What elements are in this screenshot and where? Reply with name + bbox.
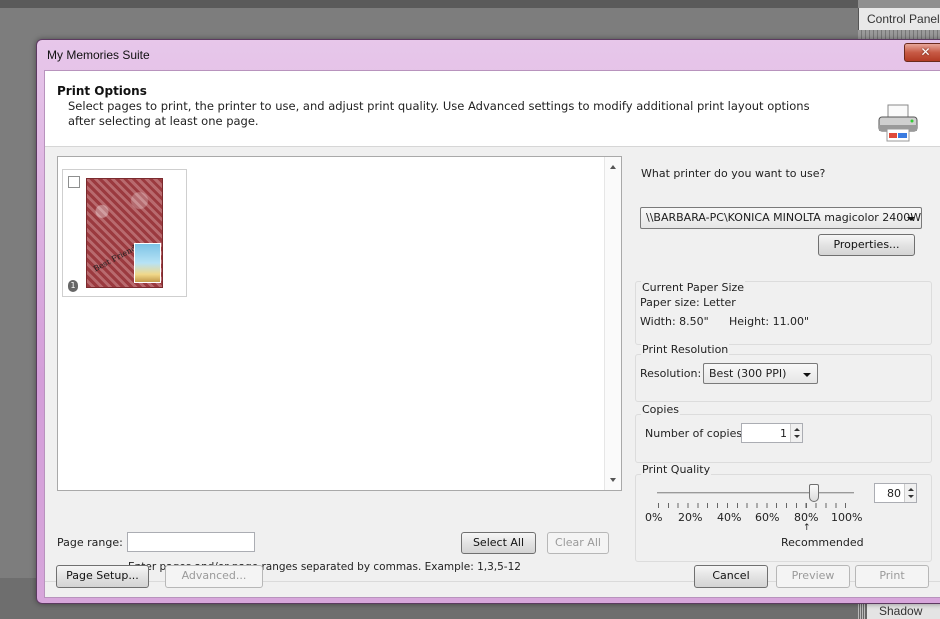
tick-label-60: 60%: [755, 511, 780, 524]
chevron-down-icon: [803, 373, 811, 377]
copies-spin-buttons[interactable]: [790, 424, 802, 442]
properties-button[interactable]: Properties...: [818, 234, 915, 256]
printer-label: What printer do you want to use?: [640, 167, 827, 180]
spin-up-icon[interactable]: [794, 428, 800, 431]
preview-scrollbar[interactable]: [604, 157, 621, 490]
paper-size-text: Paper size: Letter: [640, 296, 736, 309]
page-preview-pane[interactable]: Best Friends 1: [57, 156, 622, 491]
copies-value: 1: [780, 427, 787, 440]
select-all-button[interactable]: Select All: [461, 532, 536, 554]
copies-group-label: Copies: [641, 403, 680, 416]
scroll-down-icon[interactable]: [610, 478, 616, 482]
recommended-label: Recommended: [781, 536, 864, 549]
tick-label-0: 0%: [645, 511, 663, 524]
print-button[interactable]: Print: [855, 565, 929, 588]
page-setup-button[interactable]: Page Setup...: [56, 565, 149, 588]
shadow-tab[interactable]: Shadow: [866, 602, 940, 619]
control-panel-tab[interactable]: Control Panel: [858, 8, 940, 30]
copies-label: Number of copies:: [645, 427, 746, 440]
tick-label-20: 20%: [678, 511, 703, 524]
clear-all-button[interactable]: Clear All: [547, 532, 609, 554]
page-thumbnail-image: Best Friends: [86, 178, 163, 288]
dialog-client: Print Options Select pages to print, the…: [44, 70, 940, 598]
tick-label-40: 40%: [717, 511, 742, 524]
title-bar[interactable]: My Memories Suite ✕: [37, 40, 940, 70]
spin-down-icon[interactable]: [794, 435, 800, 438]
spin-up-icon[interactable]: [908, 488, 914, 491]
quality-stepper[interactable]: 80: [874, 483, 917, 503]
chevron-down-icon: [907, 217, 915, 221]
spin-down-icon[interactable]: [908, 495, 914, 498]
thumbnail-photo: [134, 243, 161, 283]
resolution-group-label: Print Resolution: [641, 343, 730, 356]
quality-spin-buttons[interactable]: [904, 484, 916, 502]
arrow-up-icon: ↑: [803, 523, 811, 533]
printer-select[interactable]: \\BARBARA-PC\KONICA MINOLTA magicolor 24…: [640, 207, 922, 229]
close-button[interactable]: ✕: [904, 43, 940, 62]
header-description: Select pages to print, the printer to us…: [68, 99, 810, 128]
printer-select-value: \\BARBARA-PC\KONICA MINOLTA magicolor 24…: [646, 211, 922, 224]
quality-slider-thumb[interactable]: [809, 484, 819, 502]
page-number-badge: 1: [68, 280, 78, 292]
close-icon: ✕: [920, 45, 931, 59]
page-select-checkbox[interactable]: [68, 176, 80, 188]
page-title: Print Options: [57, 84, 147, 98]
page-thumbnail[interactable]: Best Friends 1: [62, 169, 187, 297]
paper-size-group-label: Current Paper Size: [641, 281, 746, 294]
paper-width-text: Width: 8.50": [640, 315, 709, 328]
quality-value: 80: [887, 487, 901, 500]
page-range-input[interactable]: [127, 532, 255, 552]
paper-height-text: Height: 11.00": [729, 315, 810, 328]
copies-stepper[interactable]: 1: [741, 423, 803, 443]
window-title: My Memories Suite: [47, 48, 150, 62]
scroll-up-icon[interactable]: [610, 165, 616, 169]
paper-size-group: Current Paper Size: [635, 281, 932, 345]
dialog-header: Print Options Select pages to print, the…: [45, 71, 940, 147]
resolution-label: Resolution:: [640, 367, 702, 380]
tick-label-100: 100%: [831, 511, 863, 524]
resolution-select-value: Best (300 PPI): [709, 367, 787, 380]
background-app-bar: [0, 0, 940, 8]
print-dialog-window: My Memories Suite ✕ Print Options Select…: [36, 39, 940, 604]
cancel-button[interactable]: Cancel: [694, 565, 768, 588]
print-quality-group-label: Print Quality: [641, 463, 712, 476]
quality-slider-ticks: [658, 503, 855, 508]
page-range-label: Page range:: [57, 536, 123, 549]
quality-slider-track[interactable]: [657, 492, 854, 494]
background-edge: [858, 602, 866, 619]
printer-icon: [878, 104, 918, 142]
advanced-button[interactable]: Advanced...: [165, 565, 263, 588]
resolution-select[interactable]: Best (300 PPI): [703, 363, 818, 384]
preview-button[interactable]: Preview: [776, 565, 850, 588]
